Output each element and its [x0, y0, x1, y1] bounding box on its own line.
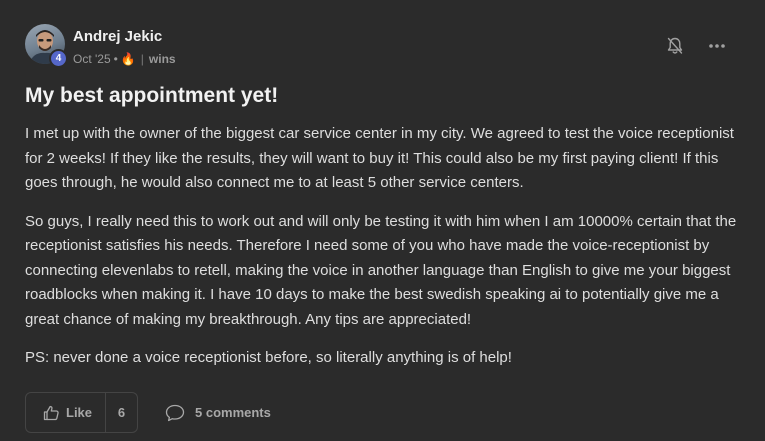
level-badge: 4	[49, 49, 68, 68]
post-title: My best appointment yet!	[25, 84, 279, 107]
post-card: 4 Andrej Jekic Oct '25 • 🔥 | wins My bes…	[0, 0, 765, 441]
more-horizontal-icon[interactable]	[707, 36, 727, 56]
like-label: Like	[66, 405, 93, 420]
bell-off-icon[interactable]	[665, 36, 685, 56]
comment-icon	[165, 404, 185, 421]
like-count[interactable]: 6	[106, 405, 137, 420]
post-paragraph-1: I met up with the owner of the biggest c…	[25, 125, 734, 191]
author-avatar-wrap[interactable]: 4	[25, 24, 69, 68]
post-paragraph-2: So guys, I really need this to work out …	[25, 212, 737, 328]
post-paragraph-3: PS: never done a voice receptionist befo…	[25, 349, 512, 366]
post-footer: Like 6 5 comments	[25, 392, 271, 433]
like-group: Like 6	[25, 392, 138, 433]
post-date[interactable]: Oct '25	[73, 52, 111, 66]
meta-pipe: |	[140, 52, 144, 66]
fire-icon: 🔥	[120, 52, 136, 66]
post-header: 4 Andrej Jekic Oct '25 • 🔥 | wins	[25, 24, 740, 68]
post-meta: Oct '25 • 🔥 | wins	[73, 52, 176, 66]
author-name[interactable]: Andrej Jekic	[73, 28, 162, 45]
comments-label: 5 comments	[195, 405, 271, 420]
thumbs-up-icon	[43, 405, 59, 420]
like-button[interactable]: Like	[26, 393, 106, 432]
meta-separator: •	[113, 52, 118, 66]
category-link[interactable]: wins	[149, 52, 176, 66]
comments-button[interactable]: 5 comments	[165, 404, 271, 422]
header-actions	[665, 36, 727, 56]
post-body: I met up with the owner of the biggest c…	[25, 122, 743, 385]
